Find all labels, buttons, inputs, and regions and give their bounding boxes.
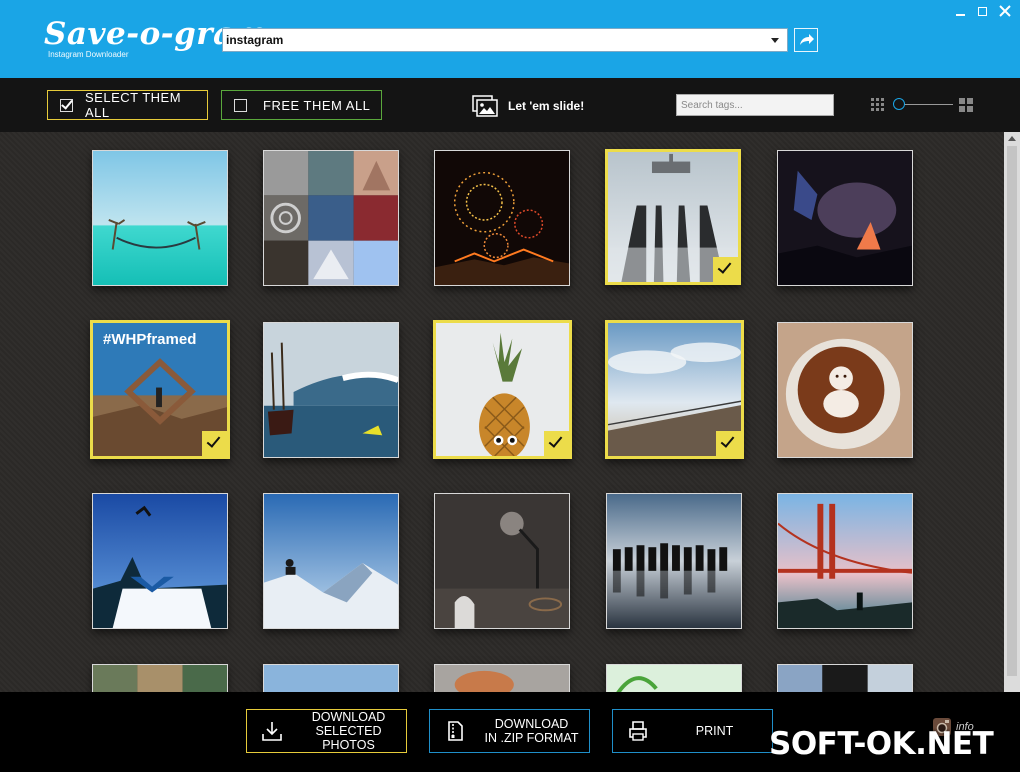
select-all-label: SELECT THEM ALL (85, 90, 182, 120)
download-zip-line2: IN .ZIP FORMAT (484, 731, 579, 745)
checkmark-icon[interactable] (544, 431, 569, 456)
zip-archive-icon (448, 721, 463, 741)
slideshow-label: Let 'em slide! (508, 99, 585, 113)
photo-night-fire (778, 151, 912, 285)
photo-snowy-peak (264, 494, 398, 628)
thumbnail-size-slider[interactable] (871, 97, 975, 113)
free-all-button[interactable]: FREE THEM ALL (221, 90, 382, 120)
select-all-button[interactable]: SELECT THEM ALL (47, 90, 208, 120)
free-all-label: FREE THEM ALL (263, 97, 371, 113)
photo-tile[interactable] (777, 150, 913, 286)
slideshow-button[interactable]: Let 'em slide! (472, 95, 584, 117)
account-input[interactable] (226, 31, 761, 49)
photo-desk-lamp (435, 494, 569, 628)
photo-tile[interactable] (434, 493, 570, 629)
photo-tile[interactable] (777, 664, 913, 692)
scroll-thumb[interactable] (1007, 146, 1017, 676)
photo-hammock (93, 151, 227, 285)
photo-partial-collage-2 (778, 665, 912, 692)
share-arrow-icon (800, 34, 814, 45)
large-grid-icon[interactable] (959, 98, 973, 112)
vertical-scrollbar[interactable] (1004, 132, 1020, 692)
photo-tile[interactable] (605, 320, 744, 459)
photo-tile[interactable] (92, 493, 228, 629)
checkmark-icon[interactable] (716, 431, 741, 456)
slideshow-icon (472, 95, 498, 117)
minimize-icon[interactable] (954, 4, 968, 18)
photo-tile[interactable] (777, 493, 913, 629)
download-selected-line1: DOWNLOAD (311, 710, 386, 724)
scroll-up-icon[interactable] (1008, 136, 1016, 141)
photo-tile[interactable] (263, 664, 399, 692)
maximize-icon[interactable] (976, 4, 990, 18)
checkbox-empty-icon (234, 98, 247, 112)
search-tags-input[interactable] (676, 94, 834, 116)
print-button[interactable]: PRINT (612, 709, 773, 753)
checkmark-icon[interactable] (202, 431, 227, 456)
download-selected-button[interactable]: DOWNLOAD SELECTED PHOTOS (246, 709, 407, 753)
download-zip-label: DOWNLOAD IN .ZIP FORMAT (474, 717, 589, 745)
photo-golden-gate (778, 494, 912, 628)
download-selected-line2: SELECTED PHOTOS (315, 724, 382, 752)
account-combobox[interactable] (222, 28, 788, 52)
dropdown-arrow-icon[interactable] (771, 38, 779, 43)
photo-tile[interactable] (263, 150, 399, 286)
slider-track[interactable] (897, 104, 953, 105)
photo-snowboard (93, 494, 227, 628)
photo-tile[interactable] (606, 493, 742, 629)
photo-silhouettes (607, 494, 741, 628)
title-bar: Save-o-gram Instagram Downloader (0, 0, 1020, 78)
close-icon[interactable] (998, 4, 1012, 18)
action-bar: DOWNLOAD SELECTED PHOTOS DOWNLOAD IN .ZI… (0, 692, 1020, 772)
watermark-text: SOFT-OK.NET (769, 726, 994, 762)
download-selected-label: DOWNLOAD SELECTED PHOTOS (291, 710, 406, 752)
photo-grid: #WHPframed (0, 132, 1004, 692)
photo-tile[interactable] (433, 320, 572, 459)
checkbox-checked-icon (60, 98, 73, 112)
photo-tile[interactable] (605, 149, 741, 285)
photo-partial-dog (435, 665, 569, 692)
photo-tile[interactable] (263, 493, 399, 629)
photo-tile[interactable] (92, 150, 228, 286)
printer-icon (629, 721, 647, 741)
photo-fireworks (435, 151, 569, 285)
photo-tile[interactable] (434, 150, 570, 286)
slider-thumb[interactable] (893, 98, 905, 110)
go-button[interactable] (794, 28, 818, 52)
photo-tile[interactable] (606, 664, 742, 692)
small-grid-icon[interactable] (871, 98, 885, 112)
photo-latte (778, 323, 912, 457)
photo-tile[interactable] (434, 664, 570, 692)
photo-collage (264, 151, 398, 285)
download-zip-button[interactable]: DOWNLOAD IN .ZIP FORMAT (429, 709, 590, 753)
photo-tile[interactable] (263, 322, 399, 458)
photo-partial-sky (264, 665, 398, 692)
photo-caption: #WHPframed (103, 331, 197, 348)
checkmark-icon[interactable] (713, 257, 738, 282)
photo-partial-collage (93, 665, 227, 692)
download-zip-line1: DOWNLOAD (494, 717, 569, 731)
photo-tile[interactable] (777, 322, 913, 458)
print-label: PRINT (695, 724, 734, 738)
photo-tile[interactable] (92, 664, 228, 692)
download-icon (262, 722, 282, 741)
photo-tile[interactable]: #WHPframed (90, 320, 230, 459)
photo-partial-green (607, 665, 741, 692)
photo-wave-boat (264, 323, 398, 457)
window-controls (954, 4, 1012, 18)
